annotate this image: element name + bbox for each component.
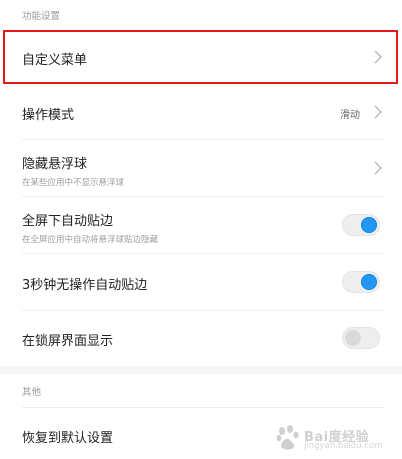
baidu-jingyan-watermark: Bai度经验 jingyan.baidu.com xyxy=(276,425,396,455)
row-idle-snap: 3秒钟无操作自动贴边 xyxy=(0,254,402,310)
row-lockscreen-show: 在锁屏界面显示 xyxy=(0,311,402,366)
floating-ball-settings-screen: 功能设置 自定义菜单 操作模式 滑动 隐藏悬浮球 在某些应用中不显示悬浮球 全屏… xyxy=(0,0,402,459)
row-label: 操作模式 xyxy=(22,108,75,123)
fullscreen-snap-toggle[interactable] xyxy=(342,214,380,236)
operation-mode-value: 滑动 xyxy=(340,110,360,121)
row-fullscreen-snap: 全屏下自动贴边 在全屏应用中自动将悬浮球贴边隐藏 xyxy=(0,197,402,253)
chevron-right-icon xyxy=(374,161,382,175)
highlight-annotation-box xyxy=(3,30,398,84)
idle-snap-toggle[interactable] xyxy=(342,271,380,293)
row-label: 恢复到默认设置 xyxy=(22,431,114,446)
toggle-knob xyxy=(361,217,377,233)
row-label: 3秒钟无操作自动贴边 xyxy=(22,278,148,293)
row-sublabel: 在某些应用中不显示悬浮球 xyxy=(22,178,125,188)
row-label: 全屏下自动贴边 xyxy=(22,214,114,229)
row-label: 在锁屏界面显示 xyxy=(22,334,114,349)
watermark-url: jingyan.baidu.com xyxy=(304,441,383,451)
section-header-other: 其他 xyxy=(22,387,42,398)
section-gap xyxy=(0,366,402,374)
row-operation-mode[interactable]: 操作模式 滑动 xyxy=(0,85,402,139)
lockscreen-show-toggle[interactable] xyxy=(342,327,380,349)
chevron-right-icon xyxy=(374,105,382,119)
paw-logo-icon xyxy=(276,425,299,450)
section-header-features: 功能设置 xyxy=(22,11,61,22)
row-label: 隐藏悬浮球 xyxy=(22,157,88,172)
row-hide-ball[interactable]: 隐藏悬浮球 在某些应用中不显示悬浮球 xyxy=(0,140,402,196)
row-sublabel: 在全屏应用中自动将悬浮球贴边隐藏 xyxy=(22,235,159,245)
toggle-knob xyxy=(345,330,361,346)
toggle-knob xyxy=(361,274,377,290)
divider xyxy=(22,407,384,408)
